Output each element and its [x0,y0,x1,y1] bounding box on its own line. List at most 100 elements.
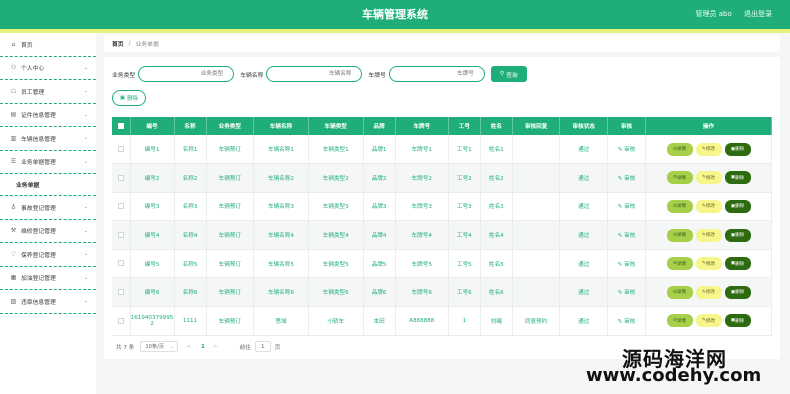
detail-button[interactable]: ⊙ 详情 [666,199,693,213]
detail-button[interactable]: ⊙ 详情 [666,257,693,271]
row-checkbox[interactable] [117,231,124,238]
table-cell: 车辆预订 [206,277,255,307]
operation-buttons: ⊙ 详情 ✎ 修改 ▣ 删除 [646,199,771,213]
detail-button[interactable]: ⊙ 详情 [666,171,693,185]
edit-button[interactable]: ✎ 修改 [695,228,722,242]
page-size-select[interactable]: 10条/页 ⌄ [140,341,179,352]
table-cell: 品牌6 [363,277,396,307]
audit-cell: ✎ 审核 [607,192,647,221]
table-cell: 品牌3 [363,192,396,221]
table-cell: 车辆名称6 [253,277,309,307]
operations-cell: ⊙ 详情 ✎ 修改 ▣ 删除 [645,135,772,164]
current-page[interactable]: 1 [201,344,205,350]
delete-button[interactable]: ▣ 删除 [724,228,751,242]
delete-button[interactable]: ▣ 删除 [724,285,751,299]
table-cell: 车辆类型3 [308,192,364,221]
sidebar-item[interactable]: ⌂ 首页 [0,33,96,57]
detail-button[interactable]: ⊙ 详情 [666,314,693,328]
audit-label: 审核 [624,147,636,154]
sidebar-item[interactable]: ☰ 业务单据管理 ⌄ [0,151,96,174]
audit-link[interactable]: ✎ 审核 [618,290,636,296]
edit-button[interactable]: ✎ 修改 [695,171,722,185]
chevron-down-icon: ⌄ [83,298,88,305]
search-row: 业务类型 车辆名称 车牌号 ⚲ 查询 [112,65,527,83]
edit-button-label: 修改 [705,147,716,153]
sidebar-item-label: 证件信息管理 [21,113,56,120]
query-button[interactable]: ⚲ 查询 [490,66,527,82]
breadcrumb-current: 业务单据 [135,42,159,48]
audit-link[interactable]: ✎ 审核 [618,204,636,210]
row-checkbox[interactable] [117,289,124,296]
sidebar-item[interactable]: ▧ 违章信息管理 ⌄ [0,290,96,314]
table-cell: 姓名3 [480,192,513,221]
sidebar-item[interactable]: ♁ 事故登记管理 ⌄ [0,196,96,220]
detail-button[interactable]: ⊙ 详情 [666,285,693,299]
vehicle-name-input[interactable] [266,66,363,82]
select-all-checkbox[interactable] [117,122,124,129]
edit-button[interactable]: ✎ 修改 [695,257,722,271]
delete-button[interactable]: ▣ 删除 [724,314,751,328]
logout-link[interactable]: 退出登录 [744,10,772,18]
table-cell: 1 [448,306,481,336]
prev-page-button[interactable]: < [186,344,191,350]
delete-button[interactable]: ▣ 删除 [724,142,751,156]
table-cell: 车牌号1 [395,135,449,164]
edit-button[interactable]: ✎ 修改 [695,285,722,299]
table-row: 编号4 名称4 车辆预订 车辆名称4 车辆类型4 品牌4 车牌号4 工号4 姓名4 通过 ✎ 审核 ⊙… [112,220,772,250]
row-checkbox[interactable] [117,317,124,324]
table-cell: 小轿车 [308,306,364,336]
table-cell: 车辆预订 [206,163,255,193]
delete-button[interactable]: ▣ 删除 [724,257,751,271]
sidebar-item[interactable]: ⚇ 个人中心 ⌄ [0,57,96,80]
row-checkbox[interactable] [117,203,124,210]
detail-button[interactable]: ⊙ 详情 [666,228,693,242]
sidebar-subitem[interactable]: 业务单据 [0,174,96,196]
detail-button[interactable]: ⊙ 详情 [666,142,693,156]
table-cell: 通过 [559,277,608,307]
table-cell: 编号5 [130,249,175,278]
sidebar-item[interactable]: ⚒ 维修登记管理 ⌄ [0,220,96,243]
next-page-button[interactable]: > [213,344,218,350]
audit-label: 审核 [624,175,636,182]
audit-link[interactable]: ✎ 审核 [618,233,636,239]
edit-button[interactable]: ✎ 修改 [695,199,722,213]
sidebar-item[interactable]: ▦ 加油登记管理 ⌄ [0,267,96,290]
delete-button[interactable]: ▣ 删除 [724,171,751,185]
row-checkbox[interactable] [117,145,124,152]
edit-button[interactable]: ✎ 修改 [695,142,722,156]
operations-cell: ⊙ 详情 ✎ 修改 ▣ 删除 [645,306,772,336]
business-type-input[interactable] [138,66,235,82]
edit-button-label: 修改 [705,261,716,267]
sidebar-item[interactable]: ▤ 证件信息管理 ⌄ [0,104,96,127]
delete-button[interactable]: ▣ 删除 [724,199,751,213]
batch-delete-button[interactable]: ▣ 删除 [112,90,146,106]
table-cell [512,277,561,307]
sidebar-item[interactable]: ☖ 员工管理 ⌄ [0,80,96,104]
table-cell: 编号2 [130,163,175,193]
plate-number-input[interactable] [388,66,485,82]
audit-link[interactable]: ✎ 审核 [618,262,636,268]
detail-button-label: 详情 [676,204,687,210]
audit-link[interactable]: ✎ 审核 [618,147,636,153]
goto-input[interactable]: 1 [254,341,271,352]
table-cell: 车辆类型4 [308,220,364,250]
audit-link[interactable]: ✎ 审核 [618,319,636,325]
breadcrumb-home[interactable]: 首页 [112,39,124,48]
sidebar-item-label: 员工管理 [21,89,45,96]
column-header: 审核状态 [559,117,608,135]
table-cell: 姓名6 [480,277,513,307]
row-checkbox[interactable] [117,260,124,267]
detail-button-label: 详情 [676,261,687,267]
sidebar-item[interactable]: ▥ 车辆信息管理 ⌄ [0,127,96,151]
operations-cell: ⊙ 详情 ✎ 修改 ▣ 删除 [645,192,772,221]
repair-icon: ⚒ [10,227,17,235]
table-cell: 工号3 [448,192,481,221]
audit-label: 审核 [624,204,636,211]
table-cell: 车辆预订 [206,249,255,278]
table-cell [512,249,561,278]
edit-button[interactable]: ✎ 修改 [695,314,722,328]
audit-link[interactable]: ✎ 审核 [618,176,636,182]
detail-button-label: 详情 [676,233,687,239]
row-checkbox[interactable] [117,174,124,181]
sidebar-item[interactable]: ♡ 保养登记管理 ⌄ [0,243,96,267]
